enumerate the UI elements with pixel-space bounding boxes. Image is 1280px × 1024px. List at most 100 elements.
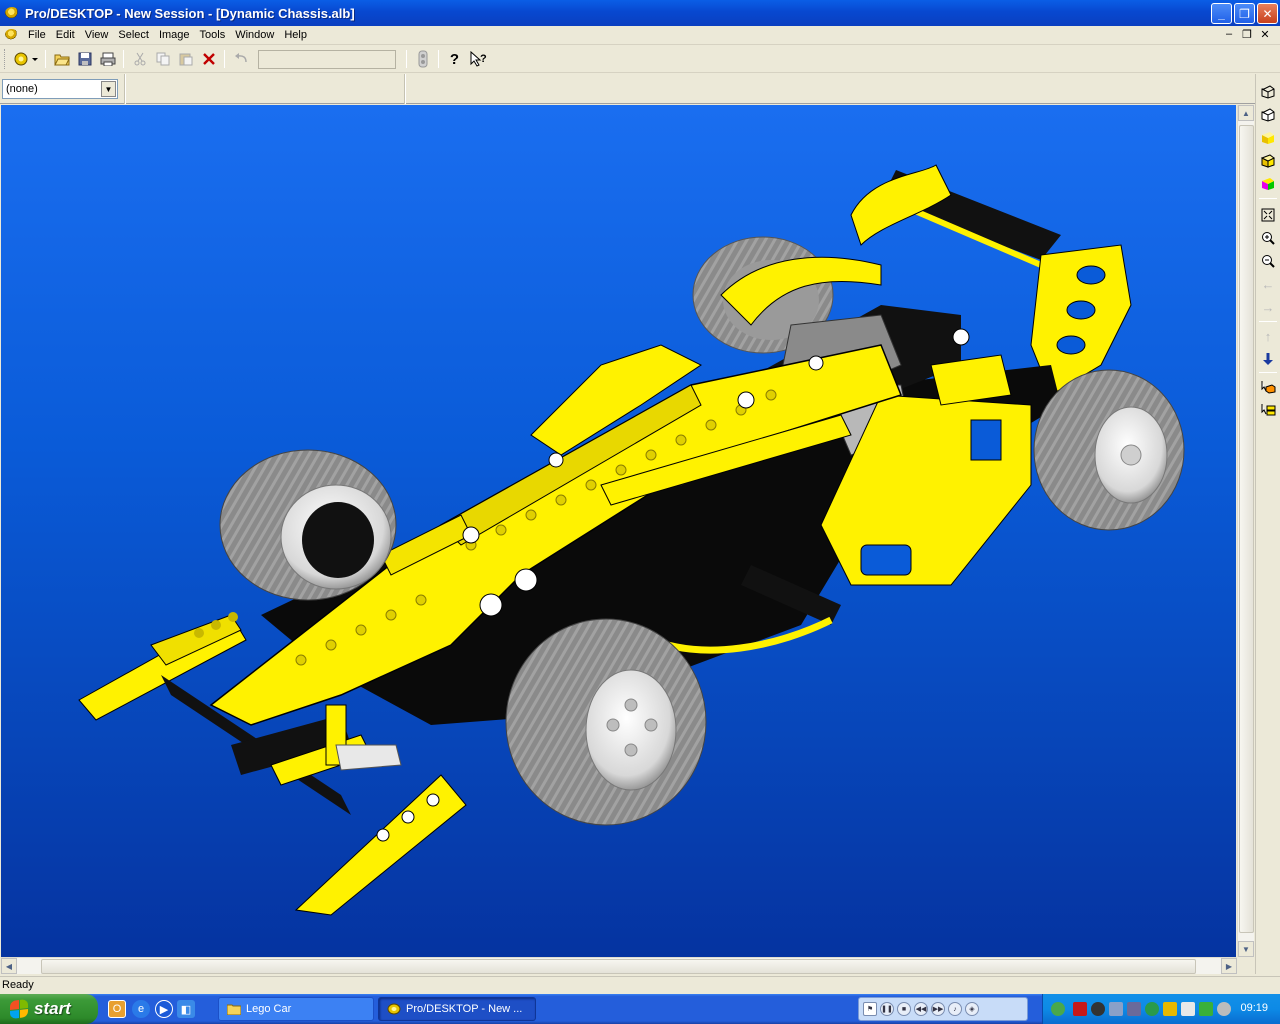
horizontal-scrollbar[interactable]: ◀ ▶ <box>1 957 1237 974</box>
part-tool-icon[interactable] <box>411 48 434 70</box>
front-left-wheel <box>219 449 397 601</box>
toolbar-separator <box>224 50 225 68</box>
ati-tray-icon[interactable] <box>1073 1002 1087 1016</box>
new-design-icon[interactable] <box>11 48 41 70</box>
toolbar-divider <box>404 74 406 104</box>
folder-icon <box>227 1004 241 1015</box>
horizontal-scroll-thumb[interactable] <box>41 959 1196 974</box>
pause-icon[interactable]: ❚❚ <box>880 1002 894 1016</box>
taskbar-item-label: Pro/DESKTOP - New ... <box>406 1003 523 1015</box>
show-desktop-icon[interactable]: ◧ <box>177 1000 195 1018</box>
mdi-close-button[interactable]: ✕ <box>1258 28 1272 41</box>
select-component-icon[interactable] <box>1258 400 1278 420</box>
dropdown-arrow-icon[interactable]: ▼ <box>101 81 116 97</box>
volume-icon[interactable]: ◈ <box>965 1002 979 1016</box>
minimize-button[interactable]: _ <box>1211 3 1232 24</box>
security-tray-icon[interactable] <box>1217 1002 1231 1016</box>
zoom-in-icon[interactable] <box>1258 228 1278 248</box>
rear-right-wheel <box>1033 369 1185 531</box>
windows-logo-icon <box>10 999 28 1019</box>
document-menu-icon[interactable] <box>4 27 20 43</box>
status-bar: Ready <box>0 976 1280 994</box>
open-folder-icon[interactable] <box>50 48 73 70</box>
vertical-scrollbar[interactable]: ▲ ▼ <box>1237 105 1254 957</box>
menu-bar: File Edit View Select Image Tools Window… <box>0 26 1280 45</box>
help-icon[interactable]: ? <box>443 48 466 70</box>
cut-icon[interactable] <box>128 48 151 70</box>
menu-help[interactable]: Help <box>280 27 313 43</box>
paste-icon[interactable] <box>174 48 197 70</box>
previous-track-icon[interactable]: ◀◀ <box>914 1002 928 1016</box>
menu-window[interactable]: Window <box>231 27 280 43</box>
copy-icon[interactable] <box>151 48 174 70</box>
zoom-to-fit-icon[interactable] <box>1258 205 1278 225</box>
antivirus-tray-icon[interactable] <box>1145 1002 1159 1016</box>
pro-desktop-app-icon[interactable] <box>4 5 20 21</box>
forward-arrow-icon[interactable]: → <box>1258 297 1278 317</box>
mute-icon[interactable]: ♪ <box>948 1002 962 1016</box>
media-player-icon[interactable]: ▶ <box>155 1000 173 1018</box>
start-button[interactable]: start <box>0 994 98 1024</box>
scroll-left-arrow-icon[interactable]: ◀ <box>1 958 17 974</box>
taskbar-item-lego-car[interactable]: Lego Car <box>218 997 374 1021</box>
window-title: Pro/DESKTOP - New Session - [Dynamic Cha… <box>25 5 355 21</box>
stop-icon[interactable]: ■ <box>897 1002 911 1016</box>
vertical-scroll-thumb[interactable] <box>1239 125 1254 933</box>
materials-view-icon[interactable] <box>1258 174 1278 194</box>
volume-tray-icon[interactable] <box>1181 1002 1195 1016</box>
scroll-down-arrow-icon[interactable]: ▼ <box>1238 941 1254 957</box>
menu-tools[interactable]: Tools <box>196 27 232 43</box>
scroll-right-arrow-icon[interactable]: ▶ <box>1221 958 1237 974</box>
undo-icon[interactable] <box>229 48 252 70</box>
save-icon[interactable] <box>73 48 96 70</box>
svg-text:?: ? <box>480 53 487 65</box>
hidden-line-view-icon[interactable] <box>1258 105 1278 125</box>
mdi-restore-button[interactable]: ❐ <box>1240 28 1254 41</box>
command-field[interactable] <box>258 49 396 69</box>
menu-view[interactable]: View <box>81 27 115 43</box>
display-tray-icon[interactable] <box>1127 1002 1141 1016</box>
menu-file[interactable]: File <box>24 27 52 43</box>
scroll-up-arrow-icon[interactable]: ▲ <box>1238 105 1254 121</box>
context-help-icon[interactable]: ? <box>466 48 489 70</box>
back-arrow-icon[interactable]: ← <box>1258 274 1278 294</box>
shaded-edges-view-icon[interactable] <box>1258 151 1278 171</box>
down-arrow-icon[interactable] <box>1258 349 1278 369</box>
next-track-icon[interactable]: ▶▶ <box>931 1002 945 1016</box>
network-tray-icon[interactable] <box>1109 1002 1123 1016</box>
wireframe-view-icon[interactable] <box>1258 82 1278 102</box>
toolbar-grip[interactable] <box>4 49 7 69</box>
status-tray-icon[interactable] <box>1199 1002 1213 1016</box>
start-label: start <box>34 999 71 1018</box>
zoom-out-icon[interactable] <box>1258 251 1278 271</box>
up-arrow-icon[interactable]: ↑ <box>1258 326 1278 346</box>
taskbar: start O e ▶ ◧ Lego Car Pro/DESKTOP - New… <box>0 994 1280 1024</box>
select-feature-icon[interactable] <box>1258 377 1278 397</box>
toolbar-separator <box>1259 372 1277 373</box>
menu-edit[interactable]: Edit <box>52 27 81 43</box>
standard-toolbar: ? ? <box>0 46 1280 73</box>
messenger-tray-icon[interactable] <box>1051 1002 1065 1016</box>
lego-car-model <box>78 164 1185 916</box>
design-viewport[interactable] <box>1 105 1236 957</box>
menu-select[interactable]: Select <box>114 27 155 43</box>
selection-toolbar: (none) ▼ <box>0 74 1280 104</box>
close-button[interactable]: ✕ <box>1257 3 1278 24</box>
toolbar-separator <box>438 50 439 68</box>
menu-image[interactable]: Image <box>155 27 196 43</box>
steam-tray-icon[interactable] <box>1091 1002 1105 1016</box>
keyboard-tray-icon[interactable] <box>1163 1002 1177 1016</box>
status-text: Ready <box>2 979 34 991</box>
maximize-button[interactable]: ❐ <box>1234 3 1255 24</box>
selection-combo-value: (none) <box>6 83 38 95</box>
delete-icon[interactable] <box>197 48 220 70</box>
selection-combo[interactable]: (none) ▼ <box>2 79 118 99</box>
print-icon[interactable] <box>96 48 119 70</box>
taskbar-item-pro-desktop[interactable]: Pro/DESKTOP - New ... <box>378 997 536 1021</box>
shaded-view-icon[interactable] <box>1258 128 1278 148</box>
toolbar-separator <box>123 50 124 68</box>
outlook-quicklaunch-icon[interactable]: O <box>108 1000 126 1018</box>
toolbar-separator <box>45 50 46 68</box>
mdi-minimize-button[interactable]: – <box>1222 28 1236 41</box>
internet-explorer-icon[interactable]: e <box>132 1000 150 1018</box>
